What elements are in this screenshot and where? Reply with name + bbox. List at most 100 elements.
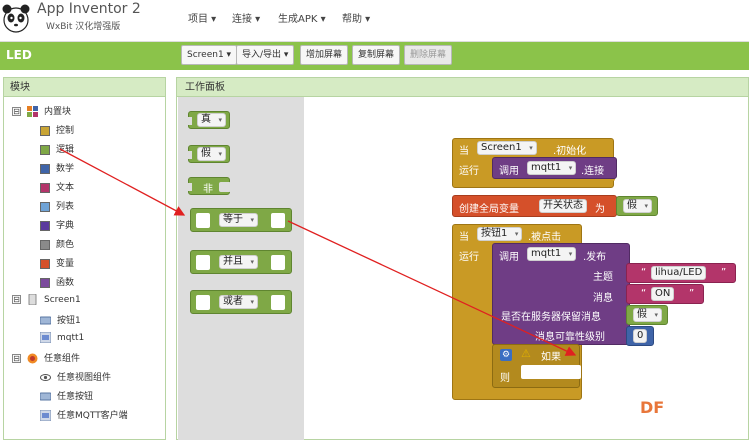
quote-open-icon: “ (641, 267, 647, 278)
puzzle-icon (27, 106, 38, 117)
tree-label: 任意MQTT客户端 (57, 411, 128, 421)
mqtt-icon (40, 332, 51, 343)
param-message-label: 消息 (593, 293, 613, 304)
colors-color-icon (40, 239, 50, 250)
warning-icon: ⚠ (521, 347, 531, 360)
mqtt-component-dropdown[interactable]: mqtt1 ▾ (527, 161, 577, 175)
not-label: 非 (203, 184, 213, 195)
tree-item-procedure[interactable]: 函数 (40, 275, 74, 288)
tree-label: 任意按钮 (57, 392, 94, 402)
screen-component-dropdown[interactable]: Screen1 ▾ (477, 141, 537, 155)
any-component-icon (27, 353, 38, 364)
import-export-button[interactable]: 导入/导出 ▾ (236, 45, 295, 65)
blocks-panel: 模块 ⊟ 内置块 控制 逻辑 数学 文本 列表 字典 颜色 变量 函数 ⊟ Scre… (3, 77, 166, 440)
block-mqtt-connect[interactable]: 调用 mqtt1 ▾ .连接 (492, 157, 617, 179)
control-color-icon (40, 125, 50, 136)
equals-dropdown[interactable]: 等于 ▾ (219, 213, 258, 227)
menu-help[interactable]: 帮助 ▾ (342, 10, 370, 25)
collapse-icon[interactable]: ⊟ (12, 295, 21, 304)
do-label: 运行 (459, 252, 479, 263)
block-qos-number[interactable]: 0 (626, 326, 654, 346)
tree-item-any-mqtt[interactable]: 任意MQTT客户端 (40, 408, 128, 421)
tree-item-variable[interactable]: 变量 (40, 256, 74, 269)
top-bar: App Inventor 2 WxBit 汉化增强版 项目 ▾ 连接 ▾ 生成A… (0, 0, 749, 42)
event-label: .被点击 (528, 232, 562, 243)
block-true[interactable]: 真 ▾ (188, 111, 230, 129)
block-topic-text[interactable]: “ lihua/LED ” (626, 263, 736, 283)
variable-color-icon (40, 258, 50, 269)
qos-number-field[interactable]: 0 (633, 329, 648, 343)
mqtt-component-dropdown[interactable]: mqtt1 ▾ (527, 247, 577, 261)
add-screen-button[interactable]: 增加屏幕 (300, 45, 349, 65)
block-or[interactable]: 或者 ▾ (190, 290, 292, 314)
tree-item-control[interactable]: 控制 (40, 123, 74, 136)
param-topic-label: 主题 (593, 272, 613, 283)
if-label: 如果 (541, 352, 561, 363)
procedure-color-icon (40, 277, 50, 288)
tree-label: 按钮1 (57, 316, 81, 326)
tree-node-any-component[interactable]: ⊟ 任意组件 (12, 351, 80, 364)
retain-false-dropdown[interactable]: 假 ▾ (633, 308, 662, 322)
quote-close-icon: ” (689, 288, 695, 299)
block-global-variable[interactable]: 创建全局变量 开关状态 为 (452, 195, 617, 217)
block-false[interactable]: 假 ▾ (188, 145, 230, 163)
tree-item-any-view[interactable]: 任意视图组件 (40, 370, 111, 383)
or-dropdown[interactable]: 或者 ▾ (219, 295, 258, 309)
and-dropdown[interactable]: 并且 ▾ (219, 255, 258, 269)
tree-item-any-button[interactable]: 任意按钮 (40, 389, 93, 402)
message-text-field[interactable]: ON (651, 287, 675, 301)
true-dropdown[interactable]: 真 ▾ (197, 113, 226, 127)
tree-label: 变量 (56, 259, 75, 269)
collapse-icon[interactable]: ⊟ (12, 354, 21, 363)
call-label: 调用 (499, 252, 519, 263)
block-equals[interactable]: 等于 ▾ (190, 208, 292, 232)
tree-item-dictionary[interactable]: 字典 (40, 218, 74, 231)
tree-item-math[interactable]: 数学 (40, 161, 74, 174)
button-icon (40, 392, 51, 401)
block-message-text[interactable]: “ ON ” (626, 284, 704, 304)
collapse-icon[interactable]: ⊟ (12, 107, 21, 116)
copy-screen-button[interactable]: 复制屏幕 (352, 45, 401, 65)
tree-item-color[interactable]: 颜色 (40, 237, 74, 250)
mqtt-icon (40, 410, 51, 421)
tree-item-logic[interactable]: 逻辑 (40, 142, 74, 155)
block-retain-false[interactable]: 假 ▾ (626, 305, 668, 325)
tree-item-mqtt1[interactable]: mqtt1 (40, 332, 84, 343)
menu-project[interactable]: 项目 ▾ (188, 10, 216, 25)
quote-open-icon: “ (641, 288, 647, 299)
button-component-dropdown[interactable]: 按钮1 ▾ (477, 227, 523, 241)
block-mqtt-publish[interactable]: 调用 mqtt1 ▾ .发布 主题 消息 是否在服务器保留消息 消息可靠性级别 (492, 243, 630, 345)
tree-label: 函数 (56, 278, 75, 288)
gear-icon[interactable]: ⚙ (500, 349, 512, 361)
tree-label: 数学 (56, 164, 75, 174)
panda-logo-icon (2, 4, 30, 33)
dictionary-color-icon (40, 220, 50, 231)
do-label: 运行 (459, 166, 479, 177)
block-not[interactable]: 非 (188, 177, 231, 195)
text-color-icon (40, 182, 50, 193)
workspace-header: 工作面板 (177, 78, 748, 97)
tree-label: 字典 (56, 221, 75, 231)
tree-item-list[interactable]: 列表 (40, 199, 74, 212)
to-label: 为 (595, 204, 605, 215)
block-global-false[interactable]: 假 ▾ (616, 196, 658, 216)
tree-node-builtin[interactable]: ⊟ 内置块 (12, 104, 71, 117)
false-dropdown[interactable]: 假 ▾ (197, 147, 226, 161)
global-false-dropdown[interactable]: 假 ▾ (623, 199, 652, 213)
topic-text-field[interactable]: lihua/LED (651, 266, 707, 280)
tree-label: 任意视图组件 (57, 373, 112, 383)
tree-item-button1[interactable]: 按钮1 (40, 313, 81, 326)
variable-name-field[interactable]: 开关状态 (539, 199, 587, 213)
tree-item-text[interactable]: 文本 (40, 180, 74, 193)
screen-select-button[interactable]: Screen1 ▾ (181, 45, 238, 65)
menu-build-apk[interactable]: 生成APK ▾ (278, 10, 326, 25)
menu-connect[interactable]: 连接 ▾ (232, 10, 260, 25)
tree-label: mqtt1 (57, 333, 85, 343)
tree-node-screen1[interactable]: ⊟ Screen1 (12, 294, 81, 305)
df-watermark: DF (640, 398, 665, 417)
param-retain-label: 是否在服务器保留消息 (501, 312, 601, 323)
block-if[interactable]: ⚙ ⚠ 如果 则 (492, 344, 581, 388)
block-and[interactable]: 并且 ▾ (190, 250, 292, 274)
button-icon (40, 316, 51, 325)
eye-icon (40, 374, 51, 381)
